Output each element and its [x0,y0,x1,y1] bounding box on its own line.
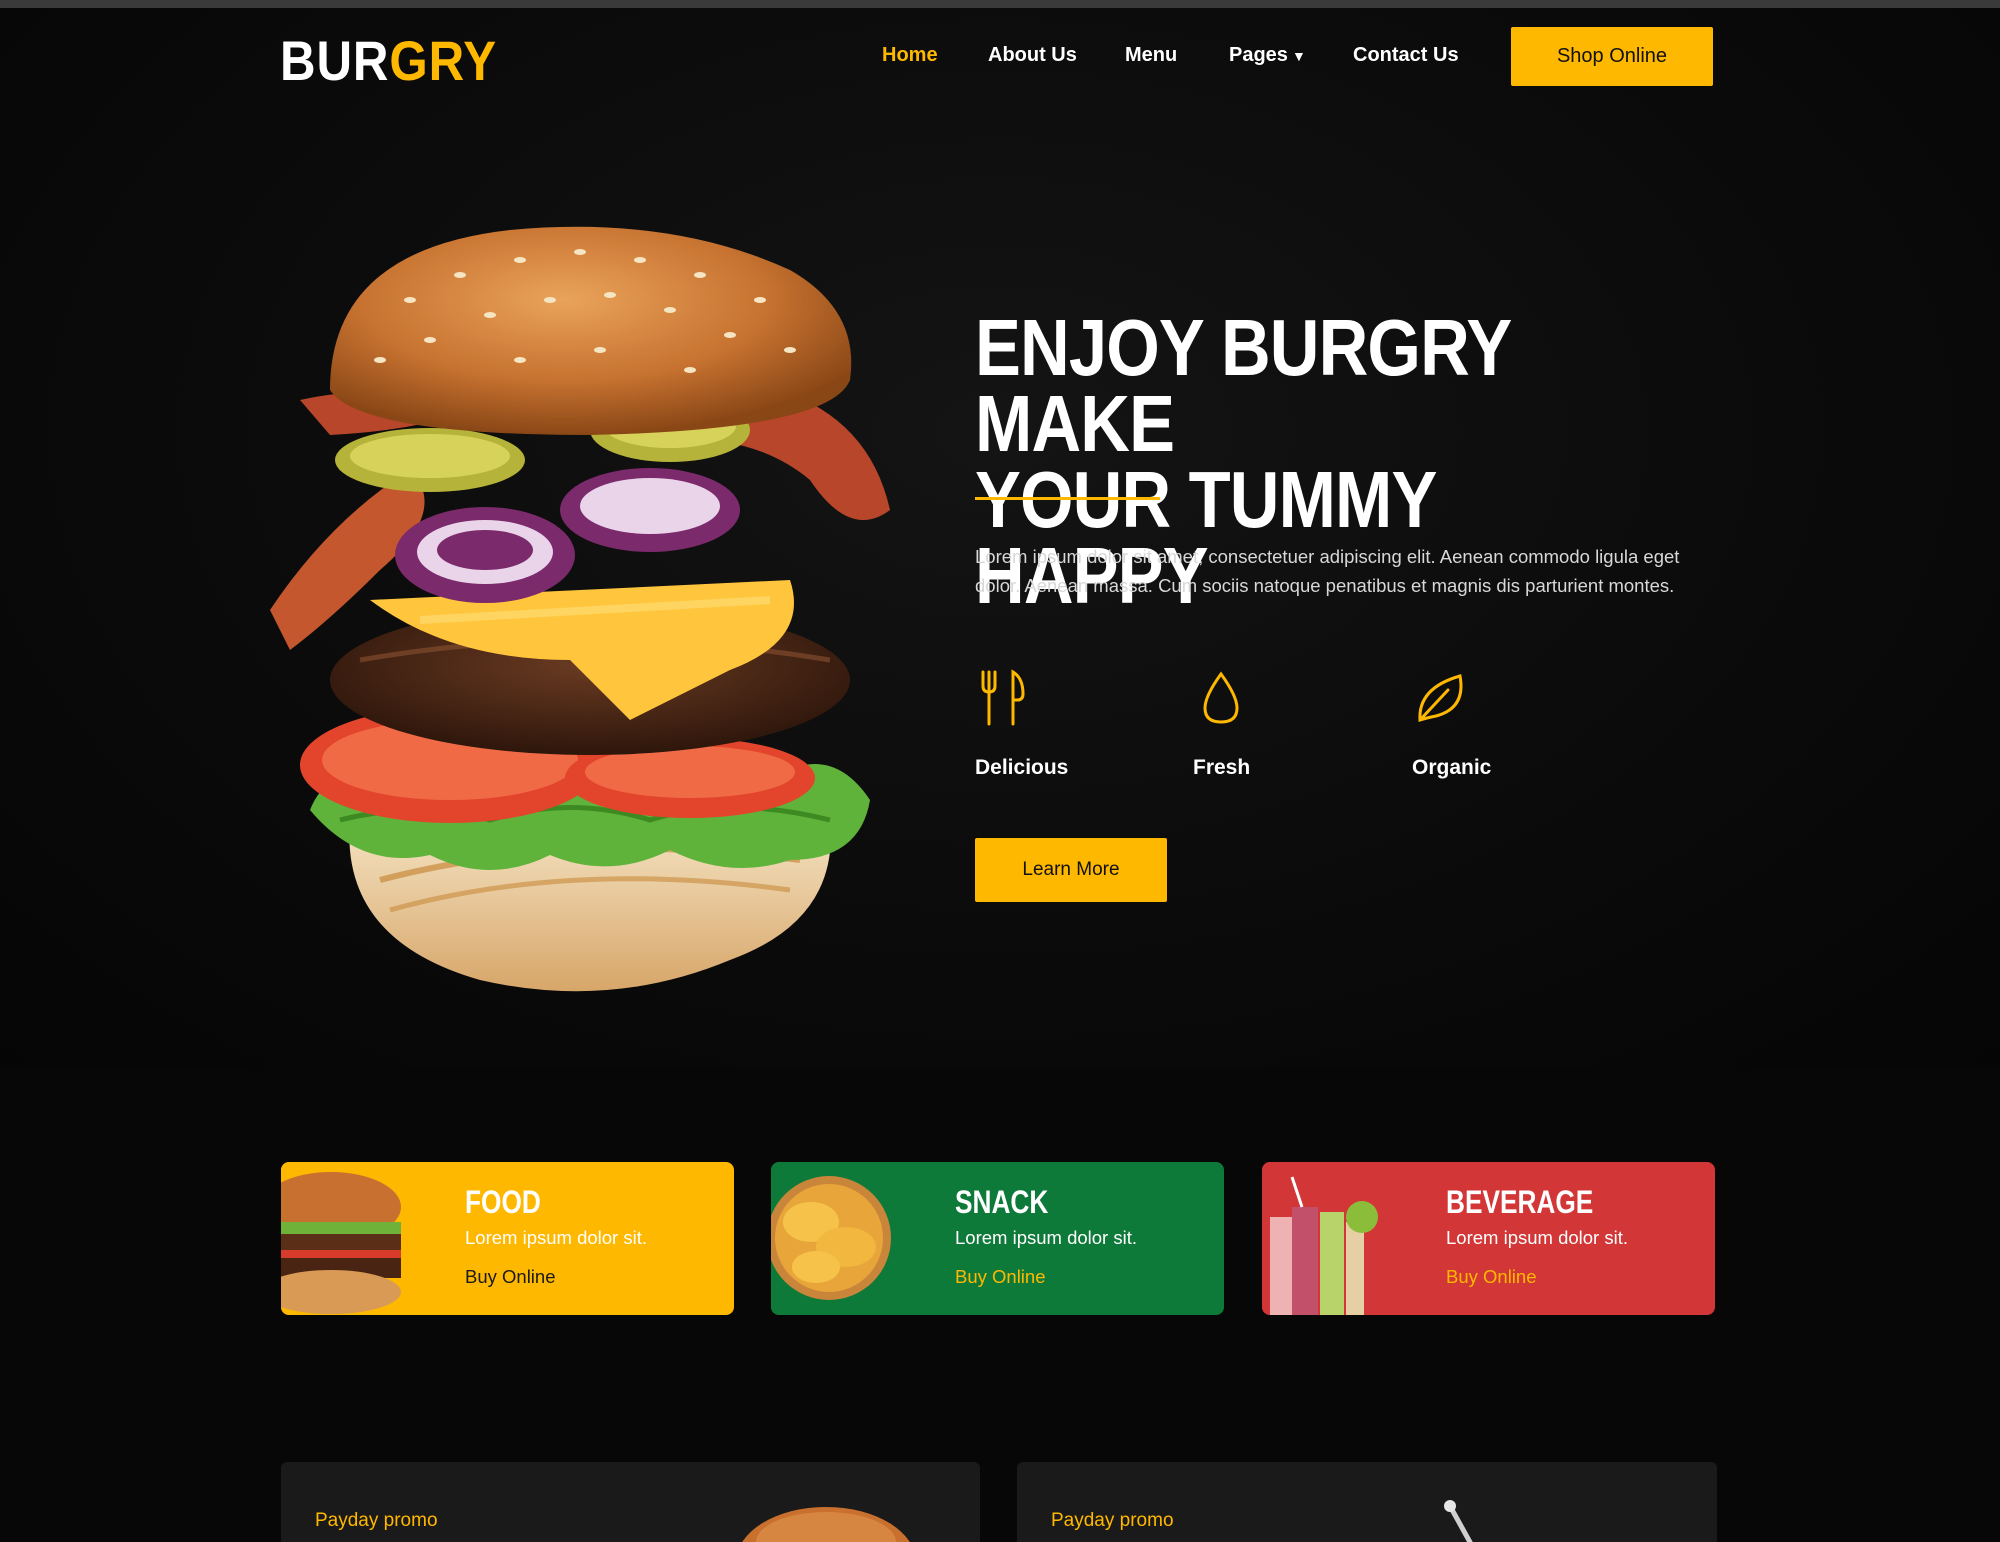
feature-label: Organic [1412,756,1492,779]
hero-description: Lorem ipsum dolor sit amet, consectetuer… [975,546,1680,596]
category-card-beverage[interactable]: BEVERAGE Lorem ipsum dolor sit. Buy Onli… [1262,1162,1715,1315]
food-burger-image [281,1162,421,1315]
feature-organic: Organic [1412,668,1592,780]
snack-chips-image [771,1162,911,1315]
category-card-snack[interactable]: SNACK Lorem ipsum dolor sit. Buy Online [771,1162,1224,1315]
buy-online-link[interactable]: Buy Online [1446,1266,1537,1288]
promo-label: Payday promo [315,1510,438,1531]
category-subtitle: Lorem ipsum dolor sit. [465,1227,647,1248]
nav-pages-label: Pages [1229,44,1288,66]
leaf-icon [1418,674,1463,723]
promo-label: Payday promo [1051,1510,1174,1531]
promo-burger-image [742,1507,910,1542]
hero-divider [975,497,1160,500]
category-subtitle: Lorem ipsum dolor sit. [955,1227,1137,1248]
category-subtitle: Lorem ipsum dolor sit. [1446,1227,1628,1248]
learn-more-button[interactable]: Learn More [975,838,1167,902]
promo-card-1[interactable]: Payday promo [281,1462,980,1542]
nav-about-us[interactable]: About Us [988,44,1077,67]
shop-online-button[interactable]: Shop Online [1511,27,1713,86]
feature-label: Delicious [975,756,1069,779]
feature-delicious: Delicious [975,668,1155,780]
nav-pages[interactable]: Pages ▼ [1229,44,1306,67]
buy-online-link[interactable]: Buy Online [955,1266,1046,1288]
hero-title-line1: ENJOY BURGRY MAKE [975,303,1511,468]
promo-card-2[interactable]: Payday promo [1017,1462,1717,1542]
category-card-food[interactable]: FOOD Lorem ipsum dolor sit. Buy Online [281,1162,734,1315]
nav-home[interactable]: Home [882,44,938,67]
promo-skewer-image [1444,1500,1473,1542]
nav-menu[interactable]: Menu [1125,44,1177,67]
category-title: FOOD [465,1184,541,1220]
browser-top-edge [0,0,2000,8]
feature-label: Fresh [1193,756,1251,779]
beverage-drinks-image [1262,1162,1402,1315]
category-title: SNACK [955,1184,1049,1220]
feature-fresh: Fresh [1193,668,1373,780]
droplet-icon [1203,671,1239,724]
chevron-down-icon: ▼ [1291,48,1306,64]
fork-knife-icon [981,669,1025,726]
nav-contact-us[interactable]: Contact Us [1353,44,1459,67]
buy-online-link[interactable]: Buy Online [465,1266,556,1288]
category-title: BEVERAGE [1446,1184,1594,1220]
burger-image [270,226,890,992]
